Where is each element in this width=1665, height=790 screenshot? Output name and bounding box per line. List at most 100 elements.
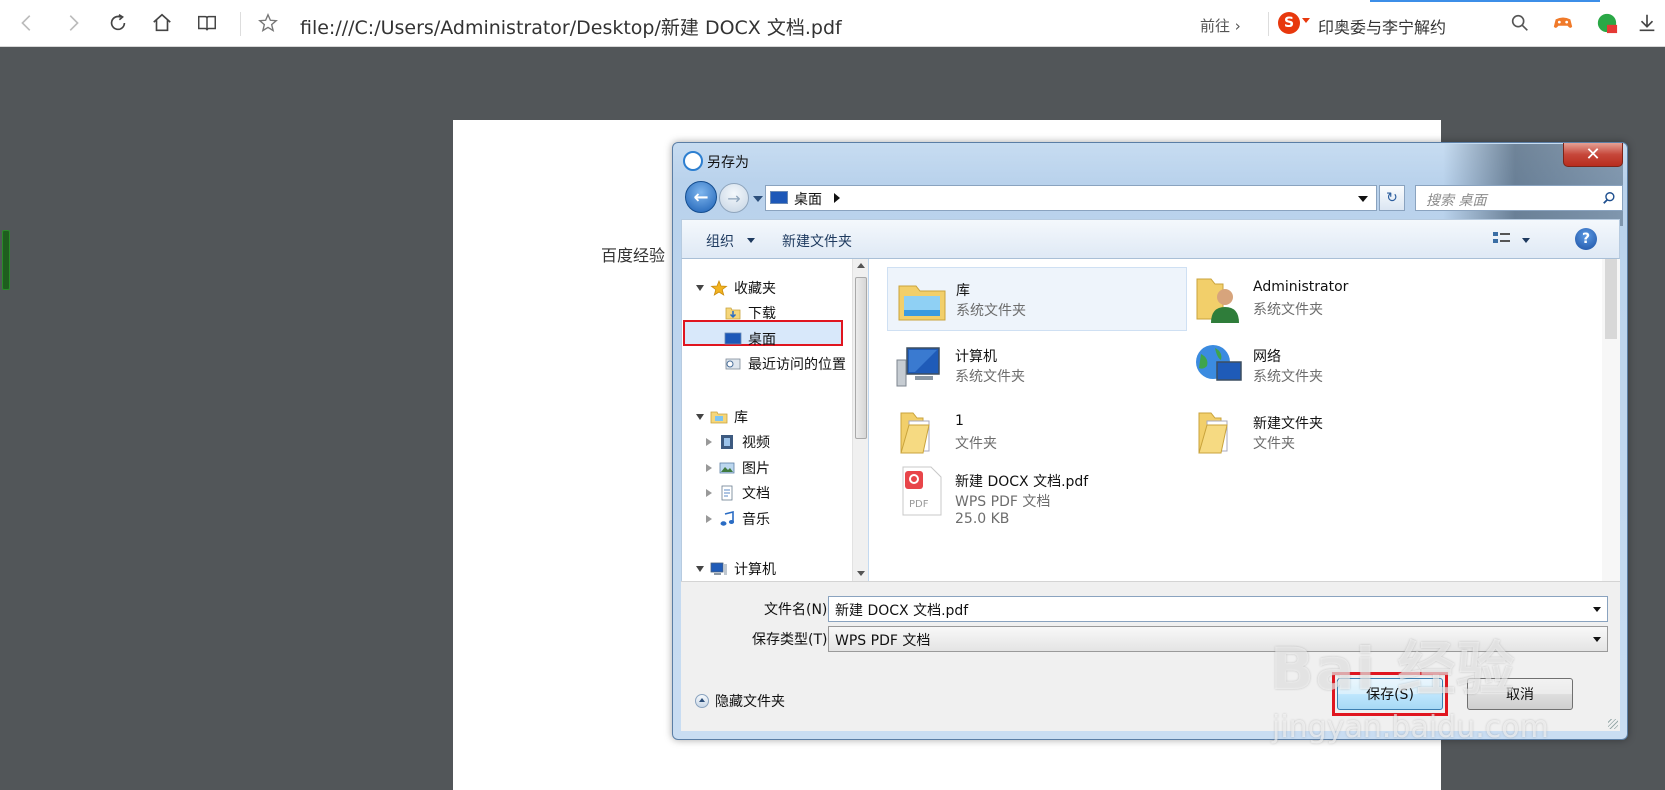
nav-item-documents[interactable]: 文档: [706, 481, 770, 505]
file-name: 库: [956, 283, 970, 299]
pdf-file-icon: PDF: [902, 466, 942, 516]
reading-mode-button[interactable]: [192, 8, 222, 38]
recent-locations-dropdown[interactable]: [753, 196, 763, 202]
nav-label: 桌面: [748, 332, 776, 348]
game-center-button[interactable]: [1548, 8, 1578, 38]
nav-item-favorites[interactable]: 收藏夹: [696, 276, 776, 300]
hide-folders-label: 隐藏文件夹: [715, 694, 785, 710]
file-list: 库 系统文件夹 Administrator 系统文件夹 计算机 系统文件夹 网络…: [869, 259, 1620, 581]
expander-closed-icon[interactable]: [706, 438, 712, 446]
refresh-button[interactable]: ↻: [1379, 185, 1405, 211]
nav-item-libraries[interactable]: 库: [696, 405, 748, 429]
star-outline-icon: [258, 13, 278, 32]
expander-open-icon[interactable]: [696, 414, 704, 420]
nav-back-button[interactable]: ←: [685, 181, 717, 213]
nav-label: 下载: [748, 306, 776, 322]
user-folder-icon: [1196, 278, 1239, 323]
address-bar[interactable]: file:///C:/Users/Administrator/Desktop/新…: [300, 13, 842, 40]
nav-scrollbar[interactable]: [852, 259, 868, 581]
file-name: Administrator: [1253, 279, 1349, 295]
computer-icon: [710, 562, 727, 575]
file-item-administrator[interactable]: Administrator 系统文件夹: [1185, 267, 1485, 331]
chevron-down-icon: [747, 238, 755, 243]
breadcrumb-desktop[interactable]: 桌面: [794, 189, 822, 209]
search-button[interactable]: [1505, 8, 1535, 38]
address-history-dropdown[interactable]: [1358, 196, 1368, 202]
reload-button[interactable]: [103, 8, 133, 38]
expander-closed-icon[interactable]: [706, 489, 712, 497]
library-folder-icon: [898, 285, 946, 321]
file-item-computer[interactable]: 计算机 系统文件夹: [887, 334, 1187, 398]
expander-open-icon[interactable]: [696, 566, 704, 572]
nav-forward-button[interactable]: →: [719, 183, 749, 213]
expander-open-icon[interactable]: [696, 285, 704, 291]
filename-input[interactable]: 新建 DOCX 文档.pdf: [828, 596, 1608, 622]
scroll-down-icon[interactable]: [857, 571, 865, 576]
back-icon: [21, 15, 31, 31]
search-input[interactable]: 搜索 桌面: [1415, 185, 1623, 211]
scroll-thumb[interactable]: [855, 277, 867, 439]
breadcrumb[interactable]: 桌面: [765, 185, 1377, 211]
file-type: 文件夹: [1253, 436, 1295, 452]
bookmark-button[interactable]: [253, 8, 283, 38]
view-options-icon[interactable]: [1492, 230, 1512, 248]
nav-label: 视频: [742, 435, 770, 451]
nav-item-pictures[interactable]: 图片: [706, 456, 770, 480]
close-button[interactable]: ✕: [1563, 143, 1623, 167]
nav-label: 文档: [742, 486, 770, 502]
file-item-pdf[interactable]: PDF 新建 DOCX 文档.pdf WPS PDF 文档 25.0 KB: [887, 459, 1187, 543]
user-avatar-button[interactable]: [1592, 8, 1622, 38]
nav-item-videos[interactable]: 视频: [706, 430, 770, 454]
gamepad-icon: [1553, 17, 1573, 28]
chevron-down-icon[interactable]: [1593, 607, 1601, 612]
expander-closed-icon[interactable]: [706, 515, 712, 523]
toolbar-accent-line: [1370, 0, 1600, 2]
file-name: 1: [955, 413, 964, 429]
resize-grip[interactable]: [1608, 719, 1618, 729]
nav-item-recent-places[interactable]: 最近访问的位置: [724, 352, 846, 376]
file-item-network[interactable]: 网络 系统文件夹: [1185, 334, 1485, 398]
file-list-scrollbar[interactable]: [1602, 259, 1620, 581]
hot-news-link[interactable]: 印奥委与李宁解约: [1318, 14, 1446, 38]
scroll-thumb[interactable]: [1605, 259, 1617, 339]
file-name: 新建 DOCX 文档.pdf: [955, 474, 1089, 490]
forward-button[interactable]: [58, 8, 88, 38]
file-item-library[interactable]: 库 系统文件夹: [887, 267, 1187, 331]
sogou-search-engine-icon[interactable]: S: [1278, 12, 1300, 34]
file-type: 文件夹: [955, 436, 997, 452]
scroll-up-icon[interactable]: [857, 263, 865, 268]
search-engine-dropdown-caret[interactable]: [1302, 18, 1310, 23]
nav-item-desktop[interactable]: 桌面: [724, 327, 776, 351]
filetype-label: 保存类型(T):: [752, 632, 833, 648]
file-name: 网络: [1253, 349, 1281, 365]
svg-text:PDF: PDF: [909, 499, 929, 510]
file-type: 系统文件夹: [1253, 369, 1323, 385]
star-icon: [710, 280, 728, 296]
nav-item-downloads[interactable]: 下载: [724, 301, 776, 325]
breadcrumb-chevron-icon[interactable]: [834, 193, 840, 203]
dialog-title: 另存为: [707, 155, 749, 171]
file-type: 系统文件夹: [956, 303, 1026, 319]
view-dropdown-caret[interactable]: [1522, 238, 1530, 243]
browser-toolbar: file:///C:/Users/Administrator/Desktop/新…: [0, 0, 1665, 47]
nav-item-music[interactable]: 音乐: [706, 507, 770, 531]
chevron-down-icon[interactable]: [1593, 637, 1601, 642]
recent-places-icon: [725, 358, 741, 370]
pictures-library-icon: [719, 462, 735, 474]
filename-label: 文件名(N):: [764, 602, 833, 618]
expander-closed-icon[interactable]: [706, 464, 712, 472]
hide-folders-toggle[interactable]: 隐藏文件夹: [695, 691, 785, 711]
new-folder-button[interactable]: 新建文件夹: [782, 231, 852, 251]
file-item-new-folder[interactable]: 新建文件夹 文件夹: [1185, 401, 1485, 465]
search-icon: [1603, 192, 1615, 204]
nav-item-computer[interactable]: 计算机: [696, 557, 776, 581]
download-button[interactable]: [1632, 8, 1662, 38]
organize-menu[interactable]: 组织: [706, 231, 734, 251]
home-button[interactable]: [147, 8, 177, 38]
help-button[interactable]: ?: [1575, 228, 1597, 250]
file-item-folder-1[interactable]: 1 文件夹: [887, 401, 1187, 465]
refresh-icon: ↻: [1386, 190, 1398, 206]
goto-button[interactable]: 前往 ›: [1200, 15, 1241, 36]
back-button[interactable]: [12, 8, 42, 38]
nav-label: 图片: [742, 461, 770, 477]
